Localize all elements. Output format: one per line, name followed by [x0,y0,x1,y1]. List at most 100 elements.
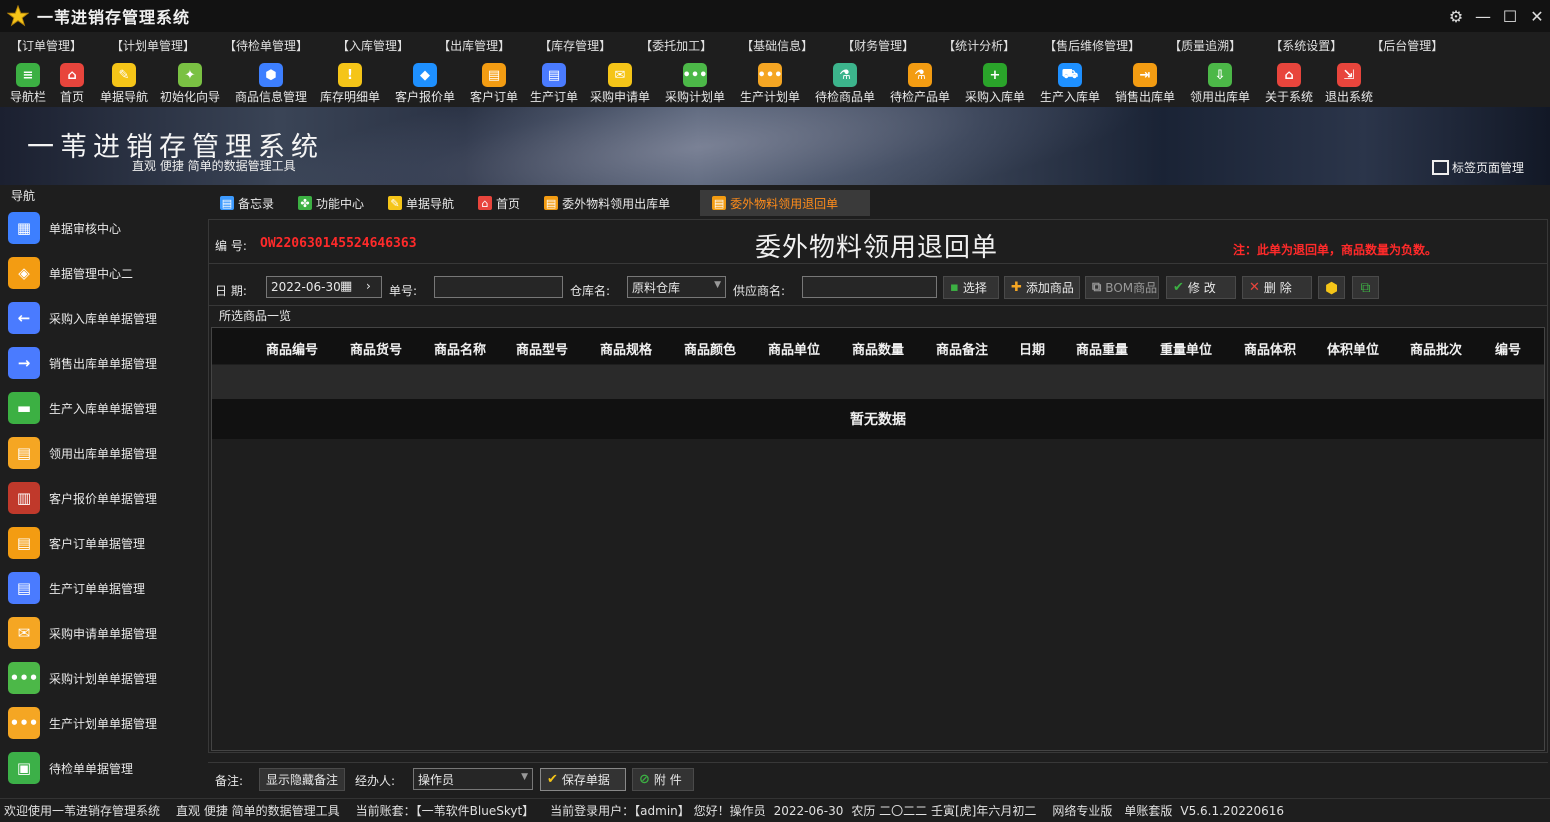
sidebar-item-12[interactable]: ▣ 待检单单据管理 [8,748,203,788]
supplier-input[interactable] [802,276,937,298]
toolbar-button-19[interactable]: ⇲ 退出系统 [1325,58,1373,104]
toolbar-button-0[interactable]: ≡ 导航栏 [10,58,46,104]
banner-galaxy-image [244,107,1156,185]
delete-button[interactable]: ✕ 删 除 [1242,276,1312,299]
handler-select[interactable]: 操作员 ▼ [413,768,533,790]
toolbar-button-14[interactable]: + 采购入库单 [965,58,1025,104]
doc-icon: ▤ [544,196,559,210]
menu-outbound[interactable]: 【出库管理】 [438,37,510,54]
column-header[interactable]: 商品单位 [768,339,820,358]
sidebar-item-0[interactable]: ▦ 单据审核中心 [8,208,203,248]
chevron-right-icon[interactable]: › [366,279,371,293]
menu-quality[interactable]: 【质量追溯】 [1169,37,1241,54]
toolbar-label: 库存明细单 [319,90,381,104]
calendar-icon[interactable]: ▦ [340,279,352,294]
column-header[interactable]: 重量单位 [1160,339,1212,358]
column-header[interactable]: 商品数量 [852,339,904,358]
column-header[interactable]: 编号 [1495,339,1521,358]
sidebar-item-5[interactable]: ▤ 领用出库单单据管理 [8,433,203,473]
column-header[interactable]: 商品批次 [1410,339,1462,358]
form-header: 编 号: OW220630145524646363 委外物料领用退回单 注：此单… [209,220,1547,264]
box-button[interactable]: ⬢ [1318,276,1345,299]
tab-0[interactable]: ▤ 备忘录 [208,190,286,216]
sidebar-item-8[interactable]: ▤ 生产订单单据管理 [8,568,203,608]
toolbar-button-1[interactable]: ⌂ 首页 [59,58,84,104]
tab-manager-button[interactable]: 标签页面管理 [1432,159,1524,176]
sidebar-item-10[interactable]: ••• 采购计划单单据管理 [8,658,203,698]
sidebar-item-4[interactable]: ▬ 生产入库单单据管理 [8,388,203,428]
tab-1[interactable]: ✤ 功能中心 [286,190,376,216]
sidebar-item-1[interactable]: ◈ 单据管理中心二 [8,253,203,293]
tab-5[interactable]: ▤ 委外物料领用退回单 [700,190,871,216]
menu-inventory[interactable]: 【库存管理】 [539,37,611,54]
toolbar-button-10[interactable]: ••• 采购计划单 [665,58,725,104]
select-button[interactable]: ▪ 选择 [943,276,999,299]
toolbar-button-12[interactable]: ⚗ 待检商品单 [815,58,875,104]
window-button[interactable]: ⧉ [1352,276,1379,299]
menu-inspection[interactable]: 【待检单管理】 [224,37,308,54]
sidebar-item-6[interactable]: ▥ 客户报价单单据管理 [8,478,203,518]
close-icon[interactable]: ✕ [1524,0,1550,32]
tab-2[interactable]: ✎ 单据导航 [376,190,466,216]
menu-admin[interactable]: 【后台管理】 [1371,37,1443,54]
toolbar-button-6[interactable]: ◆ 客户报价单 [395,58,455,104]
toolbar-button-18[interactable]: ⌂ 关于系统 [1265,58,1313,104]
menu-plans[interactable]: 【计划单管理】 [111,37,195,54]
column-header[interactable]: 体积单位 [1327,339,1379,358]
settings-icon[interactable]: ⚙ [1443,0,1469,32]
menu-after-sales[interactable]: 【售后维修管理】 [1044,37,1140,54]
column-header[interactable]: 商品货号 [350,339,402,358]
minimize-icon[interactable]: — [1470,0,1496,32]
order-number-input[interactable] [434,276,563,298]
toolbar-label: 客户报价单 [394,90,456,104]
toolbar-button-7[interactable]: ▤ 客户订单 [470,58,518,104]
menu-orders[interactable]: 【订单管理】 [10,37,82,54]
sidebar-item-9[interactable]: ✉ 采购申请单单据管理 [8,613,203,653]
warehouse-label: 仓库名: [570,284,611,298]
toolbar-button-17[interactable]: ⇩ 领用出库单 [1190,58,1250,104]
sidebar-item-3[interactable]: → 销售出库单单据管理 [8,343,203,383]
bom-product-button[interactable]: ⧉ BOM商品 [1085,276,1159,299]
warehouse-select[interactable]: 原料仓库 ▼ [627,276,726,298]
menu-statistics[interactable]: 【统计分析】 [943,37,1015,54]
column-header[interactable]: 商品型号 [516,339,568,358]
modify-button[interactable]: ✔ 修 改 [1166,276,1236,299]
column-header[interactable]: 商品重量 [1076,339,1128,358]
column-header[interactable]: 商品备注 [936,339,988,358]
sidebar-item-2[interactable]: ← 采购入库单单据管理 [8,298,203,338]
toolbar-button-3[interactable]: ✦ 初始化向导 [160,58,220,104]
tab-3[interactable]: ⌂ 首页 [466,190,532,216]
arrow-right-icon: → [8,347,40,379]
toolbar-button-2[interactable]: ✎ 单据导航 [100,58,148,104]
sidebar-item-11[interactable]: ••• 生产计划单单据管理 [8,703,203,743]
date-picker[interactable]: 2022-06-30 ▦ › [266,276,382,298]
toolbar-button-5[interactable]: ! 库存明细单 [320,58,380,104]
column-header[interactable]: 商品规格 [600,339,652,358]
toolbar-button-16[interactable]: ⇥ 销售出库单 [1115,58,1175,104]
menu-outsourcing[interactable]: 【委托加工】 [640,37,712,54]
maximize-icon[interactable]: ☐ [1497,0,1523,32]
column-header[interactable]: 商品名称 [434,339,486,358]
toolbar-button-13[interactable]: ⚗ 待检产品单 [890,58,950,104]
column-header[interactable]: 商品体积 [1244,339,1296,358]
toolbar-button-8[interactable]: ▤ 生产订单 [530,58,578,104]
menu-finance[interactable]: 【财务管理】 [842,37,914,54]
toolbar-button-9[interactable]: ✉ 采购申请单 [590,58,650,104]
tab-4[interactable]: ▤ 委外物料领用出库单 [532,190,682,216]
attach-button[interactable]: ⊘ 附 件 [632,768,694,791]
toolbar-button-15[interactable]: ⛟ 生产入库单 [1040,58,1100,104]
menu-inbound[interactable]: 【入库管理】 [337,37,409,54]
menu-system-settings[interactable]: 【系统设置】 [1270,37,1342,54]
menu-basic-info[interactable]: 【基础信息】 [741,37,813,54]
grid-filter-row[interactable] [212,365,1544,399]
toolbar-button-11[interactable]: ••• 生产计划单 [740,58,800,104]
toggle-remark-button[interactable]: 显示隐藏备注 [259,768,345,791]
grid-icon: ▦ [8,212,40,244]
toolbar-button-4[interactable]: ⬢ 商品信息管理 [235,58,307,104]
save-button[interactable]: ✔ 保存单据 [540,768,626,791]
column-header[interactable]: 商品编号 [266,339,318,358]
sidebar-item-7[interactable]: ▤ 客户订单单据管理 [8,523,203,563]
column-header[interactable]: 商品颜色 [684,339,736,358]
add-product-button[interactable]: ✚ 添加商品 [1004,276,1080,299]
column-header[interactable]: 日期 [1019,339,1045,358]
